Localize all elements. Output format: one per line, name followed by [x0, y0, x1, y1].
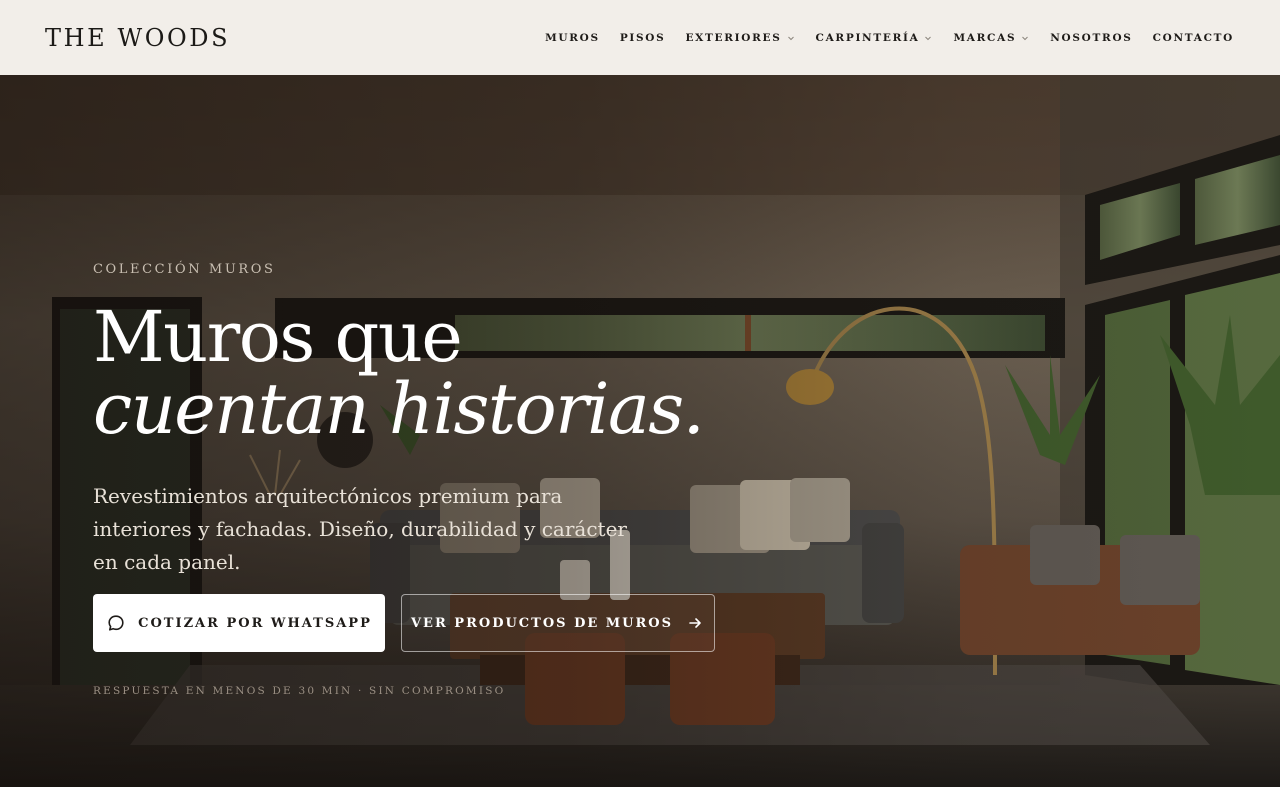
hero-title-line1: Muros que [93, 296, 463, 378]
nav-item-nosotros[interactable]: NOSOTROS [1050, 32, 1132, 44]
nav-label: MARCAS [953, 31, 1017, 44]
nav-item-marcas[interactable]: MARCAS [953, 32, 1030, 44]
nav-label: PISOS [619, 31, 666, 44]
nav-label: CONTACTO [1152, 31, 1234, 44]
quote-whatsapp-button[interactable]: COTIZAR POR WHATSAPP [93, 594, 385, 652]
nav-item-carpinteria[interactable]: CARPINTERÍA [816, 32, 934, 44]
arrow-right-icon [685, 613, 705, 633]
main-nav: MUROS PISOS EXTERIORES CARPINTERÍA MARCA… [545, 32, 1234, 44]
nav-item-contacto[interactable]: CONTACTO [1153, 32, 1234, 44]
nav-label: EXTERIORES [685, 31, 782, 44]
chevron-down-icon [923, 33, 933, 43]
brand-logo[interactable]: THE WOODS [45, 24, 230, 52]
nav-label: MUROS [545, 31, 600, 44]
chevron-down-icon [1020, 33, 1030, 43]
nav-label: NOSOTROS [1050, 31, 1133, 44]
nav-item-pisos[interactable]: PISOS [620, 32, 666, 44]
quote-whatsapp-label: COTIZAR POR WHATSAPP [138, 615, 372, 631]
view-wall-products-label: VER PRODUCTOS DE MUROS [410, 615, 674, 631]
hero-lead: Revestimientos arquitectónicos premium p… [93, 484, 627, 574]
hero-eyebrow: COLECCIÓN MUROS [93, 262, 276, 277]
site-header: THE WOODS MUROS PISOS EXTERIORES CARPINT… [0, 0, 1280, 75]
chevron-down-icon [786, 33, 796, 43]
view-wall-products-button[interactable]: VER PRODUCTOS DE MUROS [401, 594, 715, 652]
nav-item-exteriores[interactable]: EXTERIORES [685, 32, 795, 44]
chat-bubble-icon [106, 613, 126, 633]
hero-section: COLECCIÓN MUROS Muros que cuentan histor… [0, 75, 1280, 787]
nav-label: CARPINTERÍA [815, 31, 920, 44]
nav-item-muros[interactable]: MUROS [545, 32, 600, 44]
hero-title-line2: cuentan historias. [93, 368, 705, 450]
response-time-note: RESPUESTA EN MENOS DE 30 MIN · SIN COMPR… [93, 685, 506, 697]
hero-title: Muros que cuentan historias. [93, 296, 705, 450]
